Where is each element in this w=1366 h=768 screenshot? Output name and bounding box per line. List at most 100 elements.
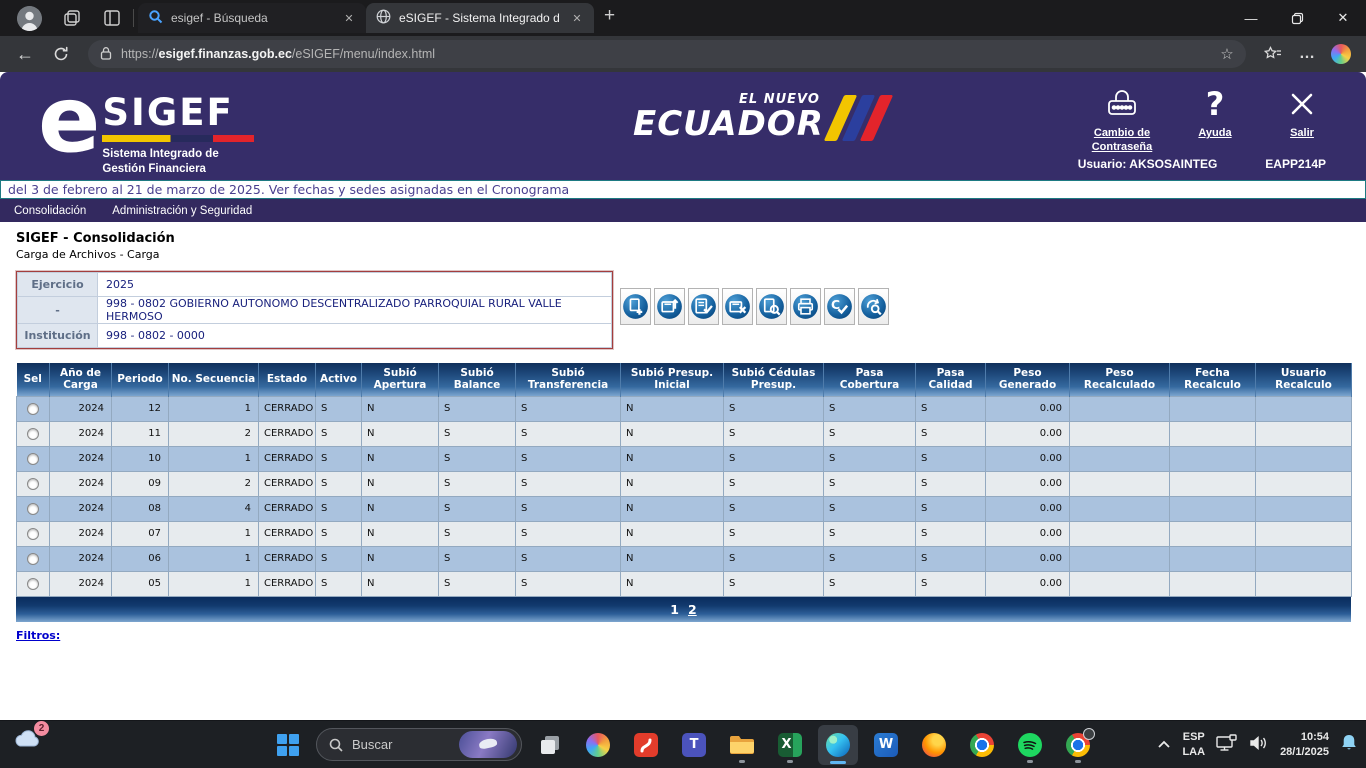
favorites-list-icon[interactable] xyxy=(1258,39,1288,69)
browser-menu-icon[interactable]: … xyxy=(1292,39,1322,69)
confirmar-button[interactable]: C xyxy=(824,288,855,325)
cell: S xyxy=(516,396,621,421)
cell: S xyxy=(316,521,362,546)
file-explorer-icon[interactable] xyxy=(722,725,762,765)
row-select-radio[interactable] xyxy=(27,403,39,415)
password-lock-icon xyxy=(1102,84,1142,124)
word-icon[interactable]: W xyxy=(866,725,906,765)
vertical-tabs-icon[interactable] xyxy=(95,3,129,33)
window-minimize-button[interactable]: — xyxy=(1228,0,1274,36)
cell: 1 xyxy=(169,571,259,596)
brand-flag-stripes xyxy=(834,95,883,141)
tab-separator xyxy=(133,9,134,27)
row-select-radio[interactable] xyxy=(27,578,39,590)
search-icon xyxy=(329,738,343,752)
content-area: SIGEF - Consolidación Carga de Archivos … xyxy=(0,222,1366,720)
volume-icon[interactable] xyxy=(1249,735,1269,756)
edge-icon[interactable] xyxy=(818,725,858,765)
language-indicator[interactable]: ESPLAA xyxy=(1182,730,1205,760)
excel-icon[interactable]: X xyxy=(770,725,810,765)
workspaces-icon[interactable] xyxy=(55,3,89,33)
tab-close-icon[interactable]: ✕ xyxy=(568,9,586,27)
row-select-radio[interactable] xyxy=(27,478,39,490)
cell: N xyxy=(621,571,724,596)
page-subtitle: Carga de Archivos - Carga xyxy=(16,248,1350,261)
cell xyxy=(1070,471,1170,496)
cell xyxy=(1070,421,1170,446)
terminal-code: EAPP214P xyxy=(1265,157,1326,171)
cell: N xyxy=(362,471,439,496)
chrome-profile-icon[interactable] xyxy=(1058,725,1098,765)
notification-bell-icon[interactable] xyxy=(1340,733,1358,758)
firefox-icon[interactable] xyxy=(914,725,954,765)
action-toolbar: C xyxy=(620,288,889,325)
chrome-icon[interactable] xyxy=(962,725,1002,765)
spotify-icon[interactable] xyxy=(1010,725,1050,765)
row-select-cell xyxy=(17,471,50,496)
tab-close-icon[interactable]: ✕ xyxy=(340,9,358,27)
cell: 1 xyxy=(169,396,259,421)
cell: S xyxy=(516,446,621,471)
back-button[interactable]: ← xyxy=(10,39,40,69)
weather-widget[interactable]: 2 xyxy=(12,726,42,752)
task-view-button[interactable] xyxy=(530,725,570,765)
window-close-button[interactable]: ✕ xyxy=(1320,0,1366,36)
form-value-institucion: 998 - 0802 - 0000 xyxy=(98,324,612,348)
taskbar-search-box[interactable]: Buscar xyxy=(316,728,522,761)
pdf-app-icon[interactable] xyxy=(626,725,666,765)
exit-link[interactable]: Salir xyxy=(1264,84,1340,140)
change-password-link[interactable]: Cambio de Contraseña xyxy=(1078,84,1166,155)
tab-esigef-app[interactable]: eSIGEF - Sistema Integrado de Ge ✕ xyxy=(366,3,594,33)
browser-profile-avatar[interactable] xyxy=(17,6,42,31)
favorite-star-icon[interactable]: ☆ xyxy=(1214,45,1240,63)
page-2-link[interactable]: 2 xyxy=(688,602,697,617)
cell: 10 xyxy=(112,446,169,471)
column-header: Peso Recalculado xyxy=(1070,363,1170,396)
address-bar[interactable]: https://esigef.finanzas.gob.ec/eSIGEF/me… xyxy=(88,40,1246,68)
crear-button[interactable] xyxy=(620,288,651,325)
cell xyxy=(1256,421,1352,446)
row-select-radio[interactable] xyxy=(27,553,39,565)
consultar-detalle-button[interactable] xyxy=(756,288,787,325)
cell: S xyxy=(439,571,516,596)
menu-item-consolidacion[interactable]: Consolidación xyxy=(14,205,86,217)
copilot-icon[interactable] xyxy=(1326,39,1356,69)
cell: S xyxy=(724,396,824,421)
copilot-app-icon[interactable] xyxy=(578,725,618,765)
column-header: Periodo xyxy=(112,363,169,396)
filters-link[interactable]: Filtros: xyxy=(16,629,60,642)
cell: N xyxy=(621,521,724,546)
row-select-radio[interactable] xyxy=(27,503,39,515)
row-select-radio[interactable] xyxy=(27,428,39,440)
help-link[interactable]: ? Ayuda xyxy=(1180,84,1250,140)
main-menu-bar: Consolidación Administración y Seguridad xyxy=(0,199,1366,222)
cell: S xyxy=(916,446,986,471)
menu-item-administracion[interactable]: Administración y Seguridad xyxy=(112,205,252,217)
tray-chevron-icon[interactable] xyxy=(1157,736,1171,754)
cell: N xyxy=(621,421,724,446)
help-question-icon: ? xyxy=(1206,84,1225,124)
tab-esigef-search[interactable]: esigef - Búsqueda ✕ xyxy=(138,3,366,33)
lock-icon xyxy=(100,46,112,63)
refresh-button[interactable] xyxy=(46,39,76,69)
window-restore-button[interactable] xyxy=(1274,0,1320,36)
imprimir-button[interactable] xyxy=(790,288,821,325)
row-select-radio[interactable] xyxy=(27,453,39,465)
validar-button[interactable] xyxy=(688,288,719,325)
search-highlight-image[interactable] xyxy=(459,731,517,758)
column-header: Activo xyxy=(316,363,362,396)
subir-archivo-button[interactable] xyxy=(654,288,685,325)
eliminar-button[interactable] xyxy=(722,288,753,325)
recalcular-button[interactable] xyxy=(858,288,889,325)
column-header: Subió Apertura xyxy=(362,363,439,396)
cell: S xyxy=(916,471,986,496)
clock[interactable]: 10:5428/1/2025 xyxy=(1280,730,1329,760)
cell xyxy=(1070,546,1170,571)
start-button[interactable] xyxy=(268,725,308,765)
network-icon[interactable] xyxy=(1216,734,1238,757)
new-tab-button[interactable]: + xyxy=(604,5,615,27)
cell: S xyxy=(824,496,916,521)
row-select-radio[interactable] xyxy=(27,528,39,540)
el-nuevo-ecuador-logo: EL NUEVO ECUADOR xyxy=(633,92,883,141)
teams-icon[interactable]: T xyxy=(674,725,714,765)
